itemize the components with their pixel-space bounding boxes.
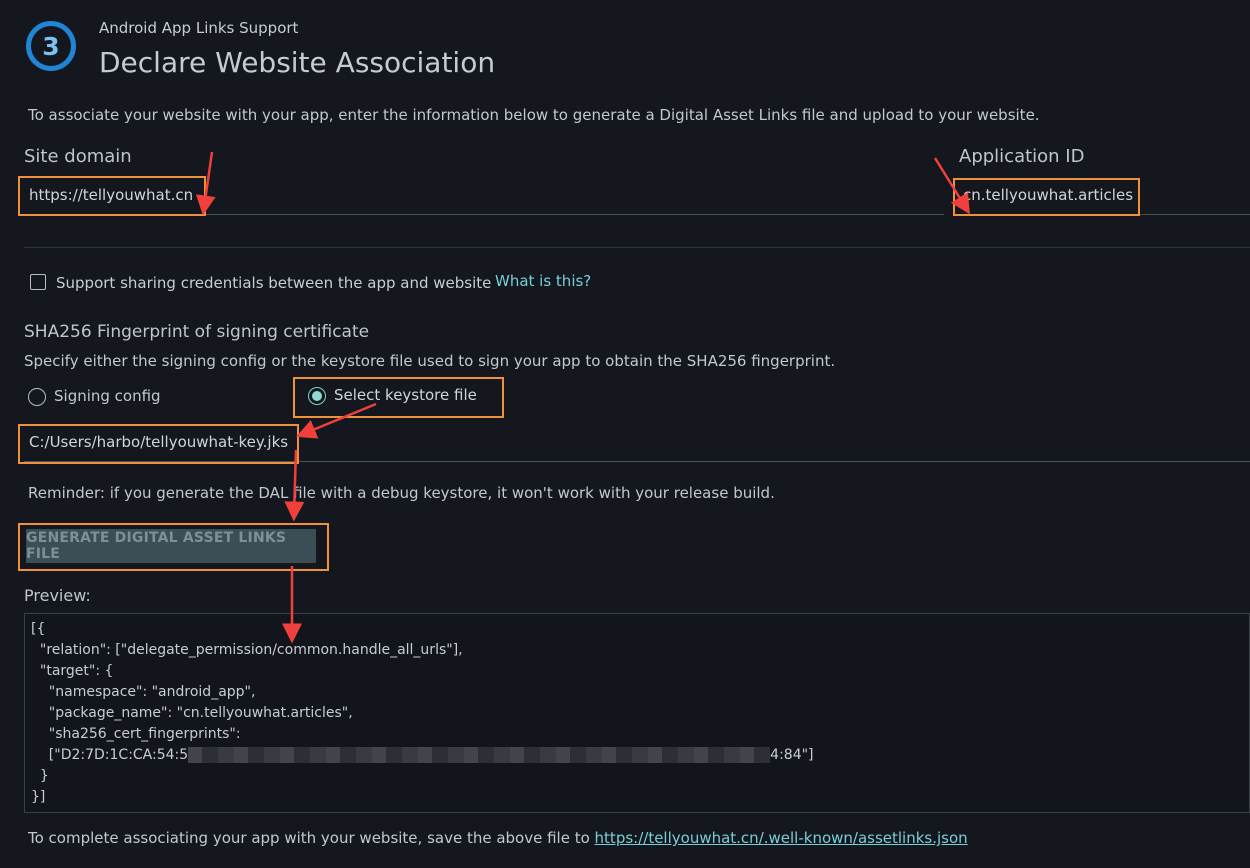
preview-line: } — [31, 768, 49, 784]
assetlinks-url-link[interactable]: https://tellyouwhat.cn/.well-known/asset… — [595, 829, 968, 847]
preview-label: Preview: — [24, 586, 91, 605]
preview-line: [{ — [31, 621, 46, 637]
preview-line-fingerprint: ["D2:7D:1C:CA:54:5 4:84"] — [31, 745, 1243, 766]
preview-code-box: [{ "relation": ["delegate_permission/com… — [24, 613, 1250, 813]
step-number: 3 — [42, 31, 60, 61]
section-divider — [24, 247, 1250, 248]
annotation-box-application-id — [953, 178, 1140, 216]
fingerprint-prefix: ["D2:7D:1C:CA:54:5 — [31, 747, 189, 763]
footer-instructions: To complete associating your app with yo… — [28, 829, 968, 847]
redacted-fingerprint — [188, 747, 771, 763]
preview-line: "target": { — [31, 663, 114, 679]
preview-line: }] — [31, 789, 46, 805]
application-id-label: Application ID — [959, 146, 1085, 167]
preview-line: "package_name": "cn.tellyouwhat.articles… — [31, 705, 353, 721]
wizard-supertitle: Android App Links Support — [99, 19, 299, 37]
annotation-box-site-domain — [18, 176, 206, 216]
signing-config-label: Signing config — [54, 387, 161, 405]
signing-config-radio[interactable] — [28, 388, 46, 406]
annotation-box-generate-button — [18, 523, 329, 571]
share-credentials-checkbox[interactable] — [30, 274, 46, 290]
annotation-box-keystore-path — [18, 424, 299, 464]
annotation-box-keystore-radio — [293, 377, 504, 418]
page-title: Declare Website Association — [99, 46, 496, 79]
preview-line: "relation": ["delegate_permission/common… — [31, 642, 463, 658]
sha256-heading: SHA256 Fingerprint of signing certificat… — [24, 322, 370, 342]
preview-line: "sha256_cert_fingerprints": — [31, 726, 241, 742]
footer-text: To complete associating your app with yo… — [28, 829, 595, 847]
what-is-this-link[interactable]: What is this? — [495, 272, 591, 290]
fingerprint-suffix: 4:84"] — [770, 747, 814, 763]
sha256-description: Specify either the signing config or the… — [24, 352, 836, 370]
site-domain-label: Site domain — [24, 146, 132, 167]
debug-keystore-reminder: Reminder: if you generate the DAL file w… — [28, 484, 775, 502]
step-number-badge: 3 — [26, 21, 76, 71]
intro-text: To associate your website with your app,… — [28, 106, 1040, 124]
preview-line: "namespace": "android_app", — [31, 684, 256, 700]
share-credentials-label: Support sharing credentials between the … — [56, 274, 492, 292]
